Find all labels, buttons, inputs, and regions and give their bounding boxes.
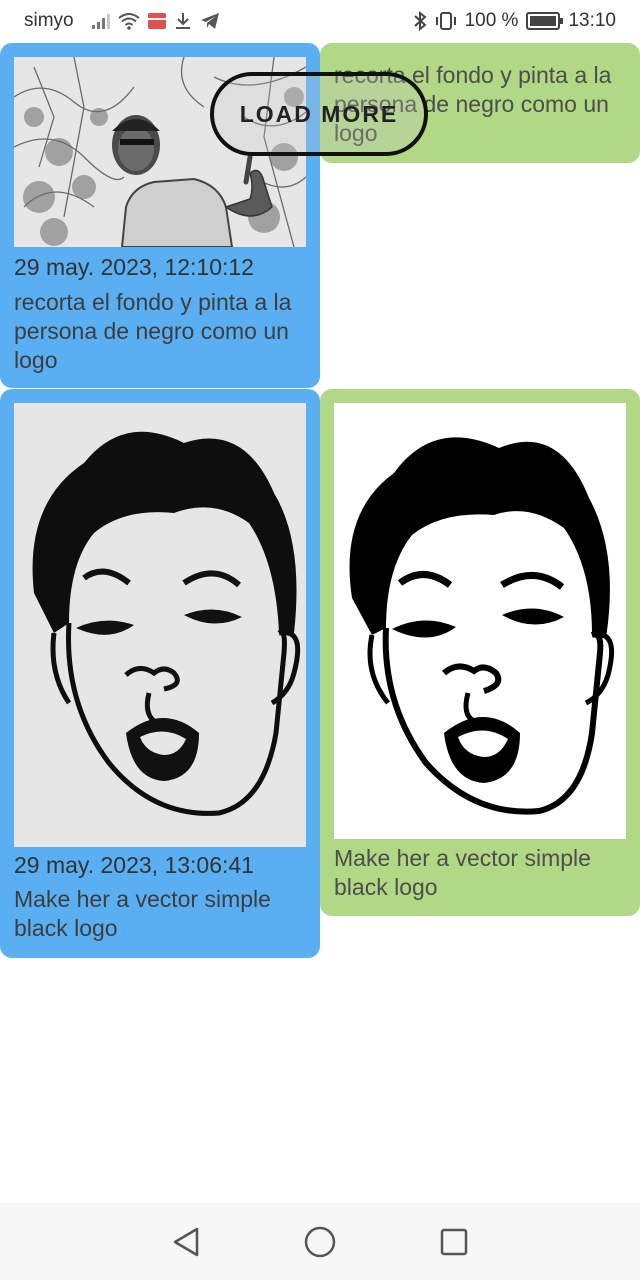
- download-icon: [175, 13, 190, 29]
- navigation-bar: [0, 1203, 640, 1280]
- home-icon[interactable]: [298, 1220, 342, 1264]
- message-text: Make her a vector simple black logo: [334, 845, 591, 900]
- face-drawing-icon[interactable]: [14, 403, 306, 847]
- back-icon[interactable]: [164, 1220, 208, 1264]
- telegram-icon: [200, 13, 219, 29]
- message-text: Make her a vector simple black logo: [14, 886, 271, 941]
- message-card-bot-2[interactable]: Make her a vector simple black logo: [320, 389, 640, 916]
- message-timestamp: 29 may. 2023, 12:10:12: [14, 254, 254, 280]
- gift-icon: [147, 13, 166, 29]
- message-timestamp: 29 may. 2023, 13:06:41: [14, 852, 254, 878]
- recents-icon[interactable]: [432, 1220, 476, 1264]
- battery-icon: [526, 12, 564, 30]
- message-card-user-2[interactable]: 29 may. 2023, 13:06:41 Make her a vector…: [0, 389, 320, 958]
- battery-percent: 100 %: [464, 10, 519, 31]
- load-more-button[interactable]: LOAD MORE: [210, 72, 428, 156]
- battery-level: [530, 16, 557, 26]
- vibrate-icon: [435, 12, 456, 30]
- clock: 13:10: [568, 10, 616, 31]
- carrier-name: simyo: [24, 10, 74, 31]
- wifi-icon: [118, 13, 140, 30]
- face-logo-icon[interactable]: [334, 403, 626, 839]
- message-text: recorta el fondo y pinta a la persona de…: [14, 289, 292, 373]
- signal-icon: [91, 13, 110, 29]
- status-bar: simyo 100 % 13:10: [0, 0, 640, 42]
- bluetooth-icon: [413, 11, 427, 31]
